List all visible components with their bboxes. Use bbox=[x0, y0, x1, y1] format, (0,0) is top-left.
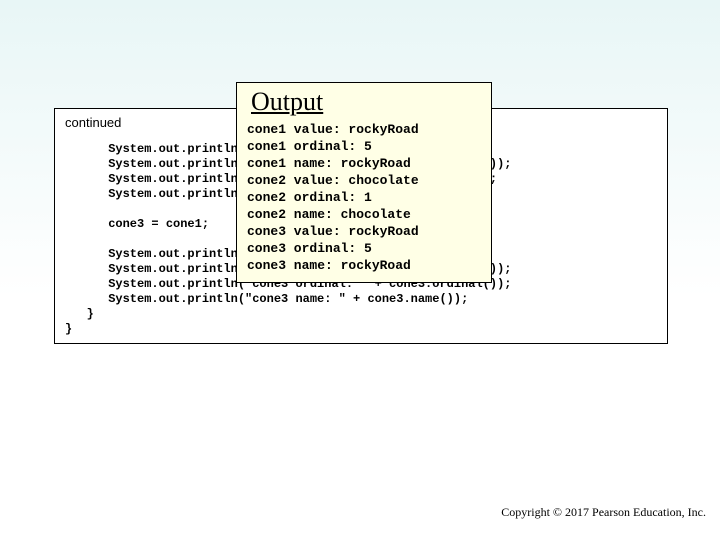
output-title: Output bbox=[251, 87, 481, 117]
slide: continued System.out.println("cone1 valu… bbox=[0, 0, 720, 540]
output-box: Output cone1 value: rockyRoad cone1 ordi… bbox=[236, 82, 492, 283]
copyright-text: Copyright © 2017 Pearson Education, Inc. bbox=[501, 505, 706, 520]
output-lines: cone1 value: rockyRoad cone1 ordinal: 5 … bbox=[247, 121, 481, 274]
